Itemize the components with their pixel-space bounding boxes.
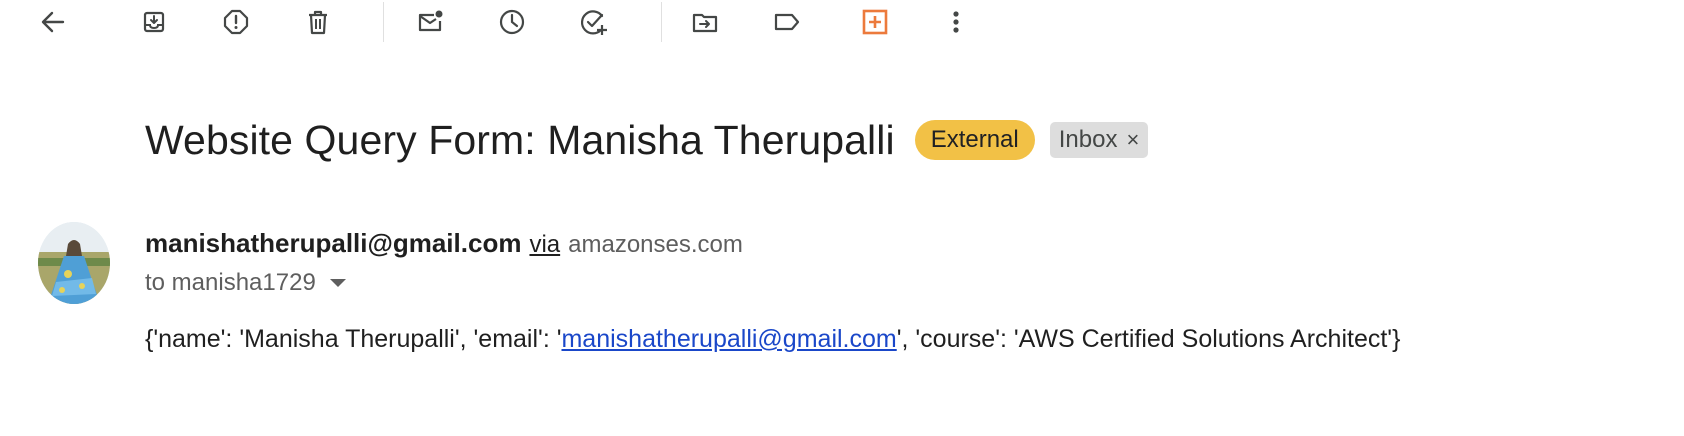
avatar-photo bbox=[38, 222, 110, 304]
inbox-label-text: Inbox bbox=[1058, 126, 1118, 153]
sender-email[interactable]: manishatherupalli@gmail.com bbox=[145, 228, 521, 259]
report-spam-button[interactable] bbox=[216, 2, 256, 42]
remove-label-icon[interactable]: × bbox=[1126, 127, 1139, 153]
add-to-tasks-icon bbox=[580, 10, 607, 35]
recipient-text: to manisha1729 bbox=[145, 269, 316, 296]
archive-button[interactable] bbox=[134, 2, 174, 42]
delete-button[interactable] bbox=[298, 2, 338, 42]
recipient-details-toggle[interactable]: to manisha1729 bbox=[145, 269, 346, 297]
email-body: {'name': 'Manisha Therupalli', 'email': … bbox=[145, 325, 1400, 354]
snooze-button[interactable] bbox=[492, 2, 532, 42]
move-to-button[interactable] bbox=[685, 2, 725, 42]
email-toolbar bbox=[0, 0, 1684, 46]
sender-avatar[interactable] bbox=[38, 222, 110, 304]
archive-icon bbox=[143, 11, 165, 33]
label-icon bbox=[774, 13, 800, 31]
mark-unread-button[interactable] bbox=[410, 2, 450, 42]
back-arrow-icon bbox=[41, 11, 65, 33]
more-options-icon bbox=[953, 11, 959, 33]
email-subject: Website Query Form: Manisha Therupalli bbox=[145, 116, 895, 163]
toolbar-divider bbox=[383, 2, 384, 42]
toolbar-divider bbox=[661, 2, 662, 42]
addon-icon bbox=[862, 9, 888, 35]
delete-icon bbox=[309, 10, 327, 35]
back-button[interactable] bbox=[33, 2, 73, 42]
snooze-icon bbox=[499, 9, 525, 35]
caret-down-icon[interactable] bbox=[329, 279, 346, 287]
via-domain: amazonses.com bbox=[568, 231, 743, 258]
body-email-link[interactable]: manishatherupalli@gmail.com bbox=[561, 325, 896, 353]
inbox-label-chip: Inbox × bbox=[1049, 122, 1149, 158]
body-text-part1: {'name': 'Manisha Therupalli', 'email': … bbox=[145, 325, 562, 353]
mark-unread-icon bbox=[418, 10, 443, 32]
sender-row: manishatherupalli@gmail.com via amazonse… bbox=[145, 228, 743, 259]
move-to-icon bbox=[692, 13, 718, 33]
add-to-tasks-button[interactable] bbox=[574, 2, 614, 42]
via-link[interactable]: via bbox=[529, 231, 560, 259]
body-text-part2: ', 'course': 'AWS Certified Solutions Ar… bbox=[896, 325, 1401, 353]
report-spam-icon bbox=[223, 9, 249, 35]
addon-button[interactable] bbox=[855, 2, 895, 42]
external-badge: External bbox=[914, 120, 1035, 160]
subject-row: Website Query Form: Manisha Therupalli E… bbox=[145, 110, 1149, 170]
more-options-button[interactable] bbox=[936, 2, 976, 42]
label-button[interactable] bbox=[767, 2, 807, 42]
